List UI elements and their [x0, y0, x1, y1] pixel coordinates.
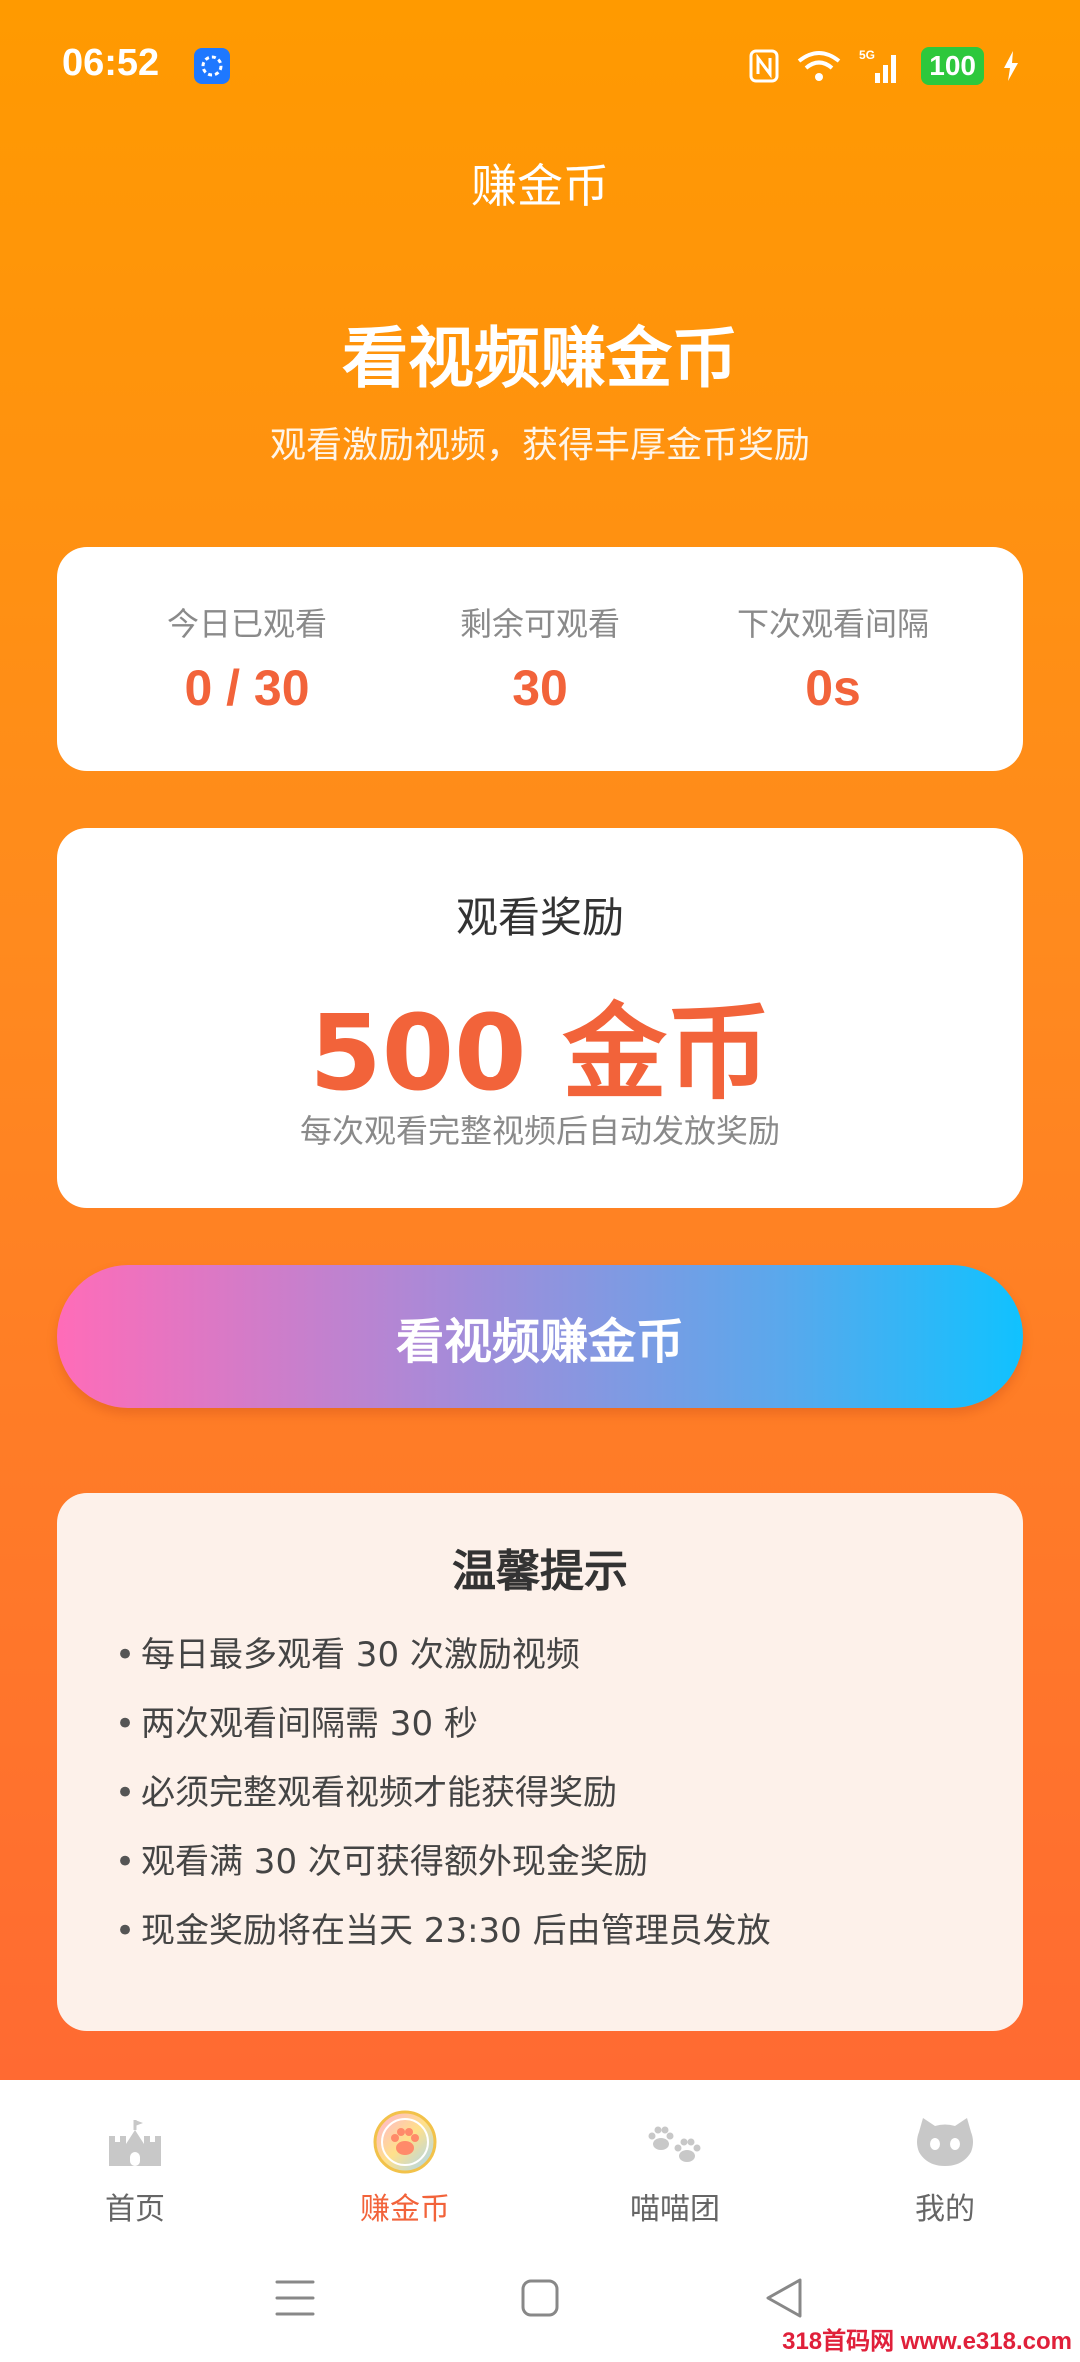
watermark: 318首码网 www.e318.com — [782, 2328, 1072, 2355]
stat-value: 0 / 30 — [184, 660, 310, 716]
tip-text: 观看满 30 次可获得额外现金奖励 — [141, 1842, 648, 1882]
cat-face-icon — [917, 2118, 973, 2166]
tip-text: 两次观看间隔需 30 秒 — [141, 1704, 478, 1744]
stat-value: 0s — [805, 660, 861, 716]
hero-subtitle: 观看激励视频，获得丰厚金币奖励 — [269, 425, 810, 466]
signal-icon: 5G — [859, 48, 897, 83]
wifi-icon — [798, 51, 841, 81]
tips-card: 温馨提示 • 每日最多观看 30 次激励视频 • 两次观看间隔需 30 秒 • 必须完… — [57, 1493, 1023, 2031]
app-notification-icon — [194, 48, 230, 84]
paw-prints-icon — [648, 2126, 701, 2162]
reward-amount: 500 金币 — [309, 992, 771, 1114]
status-time: 06:52 — [62, 42, 160, 84]
stat-label: 下次观看间隔 — [736, 605, 929, 643]
network-label: 5G — [859, 48, 875, 62]
list-item: • 必须完整观看视频才能获得奖励 — [115, 1769, 771, 1838]
bottom-tab-bar: 首页 赚金币 喵喵团 我的 — [0, 2080, 1080, 2250]
hero-title: 看视频赚金币 — [342, 320, 738, 397]
bullet: • — [115, 1635, 136, 1675]
list-item: • 现金奖励将在当天 23:30 后由管理员发放 — [115, 1907, 771, 1976]
list-item: • 每日最多观看 30 次激励视频 — [115, 1631, 771, 1700]
bullet: • — [115, 1911, 136, 1951]
tip-text: 现金奖励将在当天 23:30 后由管理员发放 — [141, 1911, 771, 1951]
bullet: • — [115, 1704, 136, 1744]
tip-text: 必须完整观看视频才能获得奖励 — [141, 1773, 617, 1813]
tab-label: 喵喵团 — [630, 2192, 720, 2227]
reward-label: 观看奖励 — [455, 893, 624, 942]
stat-value: 30 — [512, 660, 568, 716]
stat-label: 今日已观看 — [166, 605, 327, 643]
tips-list: • 每日最多观看 30 次激励视频 • 两次观看间隔需 30 秒 • 必须完整观看视频… — [115, 1631, 771, 1976]
tab-label: 首页 — [105, 2192, 165, 2227]
battery-level: 100 — [921, 47, 984, 85]
reward-card: 观看奖励 500 金币 每次观看完整视频后自动发放奖励 — [57, 828, 1023, 1208]
status-icons: 5G 100 — [749, 46, 1020, 86]
stat-remaining: 剩余可观看 30 — [390, 599, 690, 717]
home-icon[interactable] — [520, 2276, 560, 2320]
tab-label: 我的 — [915, 2192, 975, 2227]
tab-meow-group[interactable]: 喵喵团 — [540, 2080, 810, 2250]
bullet: • — [115, 1773, 136, 1813]
castle-icon — [109, 2120, 161, 2166]
stat-next-interval: 下次观看间隔 0s — [683, 599, 983, 717]
list-item: • 观看满 30 次可获得额外现金奖励 — [115, 1838, 771, 1907]
tab-home[interactable]: 首页 — [0, 2080, 270, 2250]
status-bar: 06:52 5G 100 — [0, 0, 1080, 130]
stat-watched-today: 今日已观看 0 / 30 — [97, 599, 397, 717]
stats-card: 今日已观看 0 / 30 剩余可观看 30 下次观看间隔 0s — [57, 547, 1023, 771]
tip-text: 每日最多观看 30 次激励视频 — [141, 1635, 580, 1675]
stat-label: 剩余可观看 — [459, 605, 620, 643]
tab-earn-coins[interactable]: 赚金币 — [270, 2080, 540, 2250]
page-title: 赚金币 — [471, 159, 609, 213]
list-item: • 两次观看间隔需 30 秒 — [115, 1700, 771, 1769]
tips-title: 温馨提示 — [452, 1546, 628, 1597]
reward-note: 每次观看完整视频后自动发放奖励 — [299, 1112, 780, 1150]
tab-label: 赚金币 — [360, 2192, 450, 2227]
paw-coin-icon — [373, 2110, 437, 2174]
watch-video-button[interactable]: 看视频赚金币 — [57, 1265, 1023, 1408]
charging-icon — [1004, 51, 1018, 81]
tab-profile[interactable]: 我的 — [810, 2080, 1080, 2250]
bullet: • — [115, 1842, 136, 1882]
back-icon[interactable] — [764, 2276, 804, 2320]
menu-icon[interactable] — [274, 2276, 316, 2320]
system-nav-bar: 318首码网 www.e318.com — [0, 2250, 1080, 2362]
nfc-icon — [749, 49, 779, 83]
